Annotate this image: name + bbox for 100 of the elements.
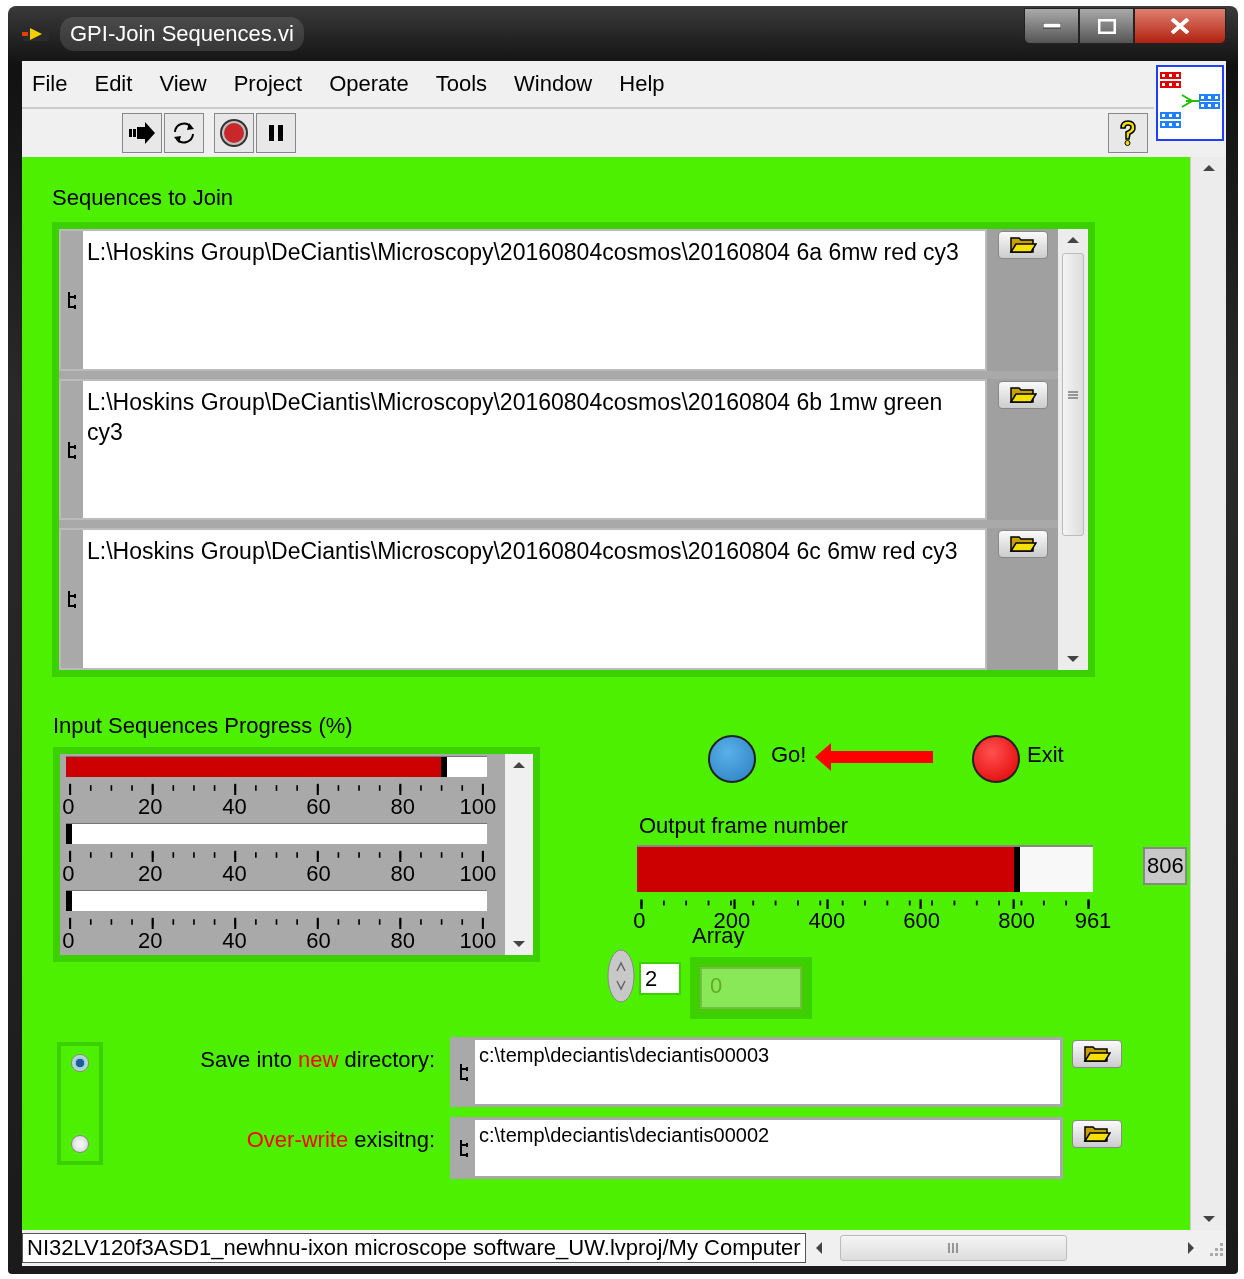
- minimize-icon: [1042, 23, 1061, 29]
- go-label: Go!: [771, 742, 807, 768]
- path-browse-icon: [67, 290, 77, 309]
- run-continuously-button[interactable]: [164, 113, 204, 153]
- context-path: NI32LV120f3ASD1_newhnu-ixon microscope software_UW.lvproj/My Computer: [22, 1233, 806, 1263]
- scale-label: 40: [222, 795, 247, 819]
- radio-button[interactable]: [71, 1135, 89, 1153]
- grip-icon: [1068, 390, 1078, 399]
- menu-item[interactable]: Edit: [94, 71, 133, 97]
- exit-button[interactable]: [972, 735, 1020, 783]
- path-browse-icon: [459, 1139, 469, 1157]
- scale-label: 0: [62, 795, 75, 819]
- scroll-down-icon[interactable]: [513, 941, 525, 947]
- maximize-button[interactable]: [1079, 8, 1134, 44]
- browse-button[interactable]: [997, 231, 1048, 259]
- path-text: c:\temp\deciantis\deciantis00003: [478, 1043, 771, 1068]
- minimize-button[interactable]: [1024, 8, 1079, 44]
- menu-item[interactable]: View: [159, 71, 207, 97]
- scrollbar[interactable]: [1058, 229, 1088, 670]
- go-button[interactable]: [708, 735, 756, 783]
- menu-item[interactable]: Tools: [435, 71, 487, 97]
- progress-label: Input Sequences Progress (%): [53, 713, 353, 739]
- folder-icon: [1083, 1125, 1111, 1143]
- scale-label: 60: [306, 795, 331, 819]
- pause-button[interactable]: [256, 113, 296, 153]
- array-label: Sequences to Join: [52, 185, 234, 211]
- option-label: Over-write exisitng:: [246, 1127, 435, 1153]
- window-title: GPI-Join Sequences.vi: [60, 16, 304, 51]
- scale-label: 20: [137, 929, 163, 953]
- path-browse-icon: [67, 590, 77, 609]
- arrow-icon: [127, 120, 157, 146]
- scale-label: 20: [137, 862, 163, 886]
- path-text: L:\Hoskins Group\DeCiantis\Microscopy\20160804cosmos\20160804 6a 6mw red cy3: [86, 238, 960, 267]
- scale-label: 100: [459, 862, 497, 886]
- scale-label: 800: [998, 909, 1035, 933]
- path-field[interactable]: L:\Hoskins Group\DeCiantis\Microscopy\20160804cosmos\20160804 6c 6mw red cy3: [59, 528, 987, 670]
- close-button[interactable]: [1134, 8, 1226, 44]
- scale-label: 80: [390, 795, 416, 819]
- run-button[interactable]: [122, 113, 162, 153]
- scale-label: 961: [1074, 909, 1112, 933]
- scale-label: 60: [306, 862, 331, 886]
- scroll-up-icon[interactable]: [1067, 237, 1079, 243]
- path-text: L:\Hoskins Group\DeCiantis\Microscopy\20160804cosmos\20160804 6b 1mw green cy3: [86, 387, 944, 447]
- folder-icon: [1008, 236, 1037, 254]
- menu-item[interactable]: Operate: [329, 71, 409, 97]
- browse-button[interactable]: [997, 530, 1048, 559]
- path-field[interactable]: c:\temp\deciantis\deciantis00002: [450, 1117, 1063, 1179]
- stop-icon: [219, 118, 249, 148]
- menu-item[interactable]: Window: [514, 71, 593, 97]
- browse-button[interactable]: [1072, 1120, 1122, 1148]
- output-frame-label: Output frame number: [639, 813, 849, 839]
- folder-icon: [1008, 385, 1037, 404]
- folder-icon: [1083, 1045, 1111, 1063]
- path-field[interactable]: c:\temp\deciantis\deciantis00003: [450, 1037, 1063, 1107]
- scale-label: 60: [306, 929, 331, 953]
- scroll-down-icon[interactable]: [1067, 656, 1079, 662]
- scale-label: 100: [459, 795, 497, 819]
- maximize-icon: [1097, 18, 1116, 34]
- scale-label: 40: [222, 929, 247, 953]
- scroll-down-icon[interactable]: [1202, 1216, 1215, 1222]
- path-field[interactable]: L:\Hoskins Group\DeCiantis\Microscopy\20160804cosmos\20160804 6b 1mw green cy3: [59, 378, 987, 521]
- abort-button[interactable]: [214, 113, 254, 153]
- scale-label: 20: [137, 795, 163, 819]
- menu-item[interactable]: Project: [233, 71, 303, 97]
- scroll-up-icon[interactable]: [513, 762, 525, 768]
- scroll-right-icon[interactable]: [1188, 1242, 1194, 1254]
- folder-icon: [1008, 535, 1037, 554]
- menu-item[interactable]: Help: [619, 71, 665, 97]
- scroll-left-icon[interactable]: [815, 1242, 822, 1254]
- path-field[interactable]: L:\Hoskins Group\DeCiantis\Microscopy\20160804cosmos\20160804 6a 6mw red cy3: [59, 229, 987, 371]
- scale-label: 80: [390, 862, 416, 886]
- scrollbar[interactable]: [1190, 157, 1226, 1230]
- scale-label: 0: [62, 929, 75, 953]
- connector-pane-icon: [1156, 65, 1224, 141]
- scale-label: 40: [222, 862, 247, 886]
- pause-icon: [266, 122, 286, 144]
- menu-item[interactable]: File: [32, 71, 68, 97]
- path-text: c:\temp\deciantis\deciantis00002: [478, 1123, 771, 1148]
- scale-label: 80: [390, 929, 416, 953]
- numeric-indicator: 806: [1143, 847, 1187, 885]
- scale-label: 400: [808, 909, 846, 933]
- browse-button[interactable]: [997, 380, 1048, 409]
- path-browse-icon: [459, 1063, 469, 1081]
- scrollbar[interactable]: [505, 754, 533, 955]
- scroll-up-icon[interactable]: [1202, 165, 1215, 171]
- index-spinner[interactable]: [607, 949, 635, 1003]
- grip-icon: [948, 1243, 959, 1253]
- scale-label: 100: [459, 929, 497, 953]
- option-label: Save into new directory:: [200, 1047, 435, 1073]
- scale-label: 0: [633, 909, 646, 933]
- scale-label: 600: [903, 909, 941, 933]
- close-icon: [1170, 18, 1190, 34]
- help-button[interactable]: [1108, 113, 1148, 153]
- arrow-icon: [815, 743, 933, 771]
- radio-button[interactable]: [71, 1054, 89, 1072]
- path-browse-icon: [67, 440, 77, 459]
- exit-label: Exit: [1027, 742, 1064, 768]
- path-text: L:\Hoskins Group\DeCiantis\Microscopy\20160804cosmos\20160804 6c 6mw red cy3: [86, 537, 959, 567]
- scale-label: 0: [62, 862, 75, 886]
- browse-button[interactable]: [1072, 1040, 1122, 1068]
